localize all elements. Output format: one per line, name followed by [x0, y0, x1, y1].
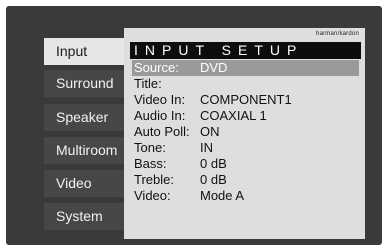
setting-row-video[interactable]: Video: Mode A [132, 188, 359, 204]
tab-surround[interactable]: Surround [44, 70, 124, 97]
tab-video[interactable]: Video [44, 170, 124, 197]
setting-value: ON [200, 124, 220, 139]
setting-value: DVD [200, 60, 228, 75]
setting-label: Audio In: [134, 108, 186, 123]
setting-row-treble[interactable]: Treble: 0 dB [132, 172, 359, 188]
setting-row-bass[interactable]: Bass: 0 dB [132, 156, 359, 172]
setting-row-source[interactable]: Source: DVD [132, 60, 359, 76]
setting-label: Video: [134, 188, 171, 203]
setting-label: Video In: [134, 92, 186, 107]
setting-value: 0 dB [200, 156, 227, 171]
setting-value: Mode A [200, 188, 245, 203]
setting-row-tone[interactable]: Tone: IN [132, 140, 359, 156]
tab-multiroom[interactable]: Multiroom [44, 137, 124, 164]
setting-label: Source: [134, 60, 179, 75]
tab-input[interactable]: Input [44, 38, 124, 65]
setting-label: Tone: [134, 140, 166, 155]
tab-system[interactable]: System [44, 203, 124, 230]
panel-title: INPUT SETUP [130, 42, 361, 59]
setting-value: COMPONENT1 [200, 92, 292, 107]
setting-row-video-in[interactable]: Video In: COMPONENT1 [132, 92, 359, 108]
setting-label: Title: [134, 76, 162, 91]
setting-value: COAXIAL 1 [200, 108, 267, 123]
settings-list: Source: DVD Title: Video In: COMPONENT1 … [132, 60, 359, 204]
setting-row-title[interactable]: Title: [132, 76, 359, 92]
setting-label: Treble: [134, 172, 174, 187]
setting-label: Bass: [134, 156, 167, 171]
setting-row-auto-poll[interactable]: Auto Poll: ON [132, 124, 359, 140]
setting-label: Auto Poll: [134, 124, 190, 139]
setting-value: 0 dB [200, 172, 227, 187]
setting-value: IN [200, 140, 213, 155]
brand-logo: harman/kardon [316, 31, 359, 37]
osd-screen: Input Surround Speaker Multiroom Video S… [6, 6, 382, 245]
input-setup-panel: harman/kardon INPUT SETUP Source: DVD Ti… [124, 28, 365, 239]
tab-speaker[interactable]: Speaker [44, 104, 124, 131]
setting-row-audio-in[interactable]: Audio In: COAXIAL 1 [132, 108, 359, 124]
